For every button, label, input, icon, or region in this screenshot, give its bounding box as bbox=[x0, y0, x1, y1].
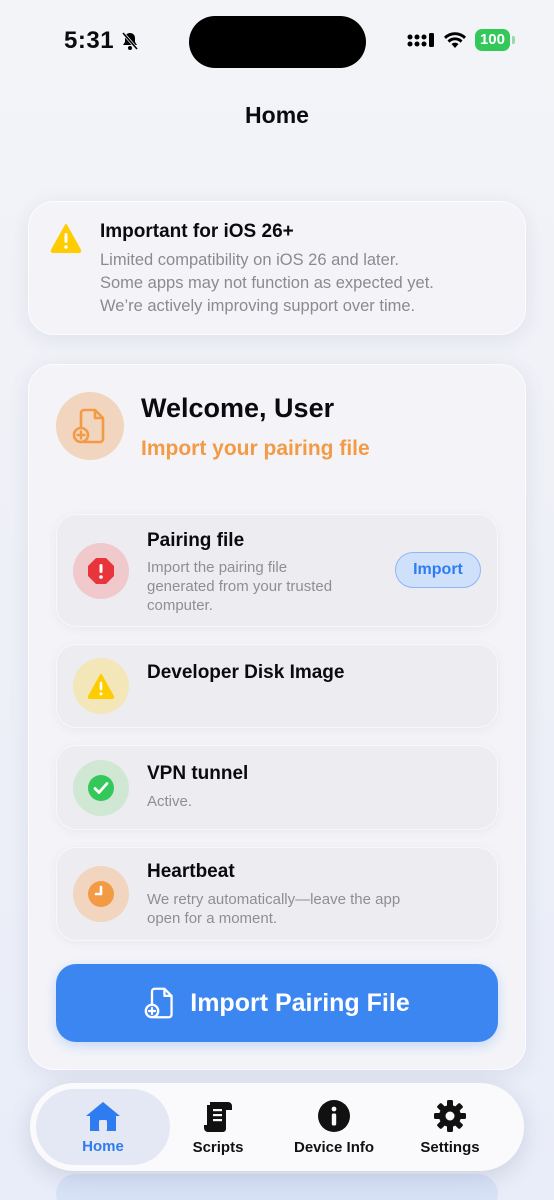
heartbeat-row: Heartbeat We retry automatically—leave t… bbox=[56, 847, 498, 941]
row-desc-line: open for a moment. bbox=[147, 910, 278, 927]
status-time: 5:31 bbox=[64, 27, 140, 55]
bell-slash-icon bbox=[121, 32, 139, 50]
pairing-file-row: Pairing file Import the pairing file gen… bbox=[56, 514, 498, 627]
page-title: Home bbox=[245, 102, 309, 128]
gear-icon bbox=[434, 1099, 466, 1132]
checkmark-circle-icon bbox=[88, 775, 114, 801]
clock-icon bbox=[88, 881, 114, 907]
row-desc-line: computer. bbox=[147, 597, 213, 614]
row-desc-line: Active. bbox=[147, 793, 193, 810]
warning-icon bbox=[87, 673, 115, 699]
status-ok-badge bbox=[73, 760, 129, 816]
tab-device-info[interactable]: Device Info bbox=[276, 1089, 392, 1165]
warning-icon bbox=[50, 224, 82, 253]
tab-label: Home bbox=[82, 1137, 124, 1155]
notice-title: Important for iOS 26+ bbox=[100, 221, 294, 242]
row-desc-line: We retry automatically—leave the app bbox=[147, 891, 401, 908]
row-title: Developer Disk Image bbox=[147, 662, 345, 683]
row-desc-line: generated from your trusted bbox=[147, 578, 333, 595]
import-pairing-file-button[interactable]: Import Pairing File bbox=[56, 964, 498, 1042]
wifi-icon bbox=[443, 32, 466, 48]
battery-indicator: 100 bbox=[474, 29, 516, 51]
status-error-badge bbox=[73, 543, 129, 599]
welcome-title: Welcome, User bbox=[141, 393, 335, 423]
info-icon bbox=[318, 1099, 350, 1132]
row-title: VPN tunnel bbox=[147, 763, 249, 784]
status-pending-badge bbox=[73, 866, 129, 922]
tab-bar: Home Scripts Device Info Settings bbox=[30, 1083, 524, 1171]
status-bar: 5:31 100 bbox=[0, 0, 554, 84]
welcome-subtitle: Import your pairing file bbox=[141, 437, 370, 460]
vpn-tunnel-row: VPN tunnel Active. bbox=[56, 745, 498, 830]
notice-body: Limited compatibility on iOS 26 and late… bbox=[100, 249, 500, 318]
error-octagon-icon bbox=[88, 558, 114, 584]
row-description: We retry automatically—leave the app ope… bbox=[147, 890, 400, 928]
tab-label: Device Info bbox=[293, 1138, 375, 1156]
notice-line: Some apps may not function as expected y… bbox=[100, 274, 434, 292]
house-icon bbox=[86, 1101, 120, 1131]
tab-settings[interactable]: Settings bbox=[392, 1089, 508, 1165]
dynamic-island bbox=[189, 16, 366, 68]
row-description: Active. bbox=[147, 792, 192, 811]
row-description: Import the pairing file generated from y… bbox=[147, 558, 332, 615]
tab-label: Scripts bbox=[192, 1138, 244, 1156]
clock-label: 5:31 bbox=[64, 27, 115, 54]
document-add-icon bbox=[144, 987, 173, 1019]
scrolled-content-peek bbox=[56, 1174, 498, 1200]
status-indicators: 100 bbox=[407, 29, 516, 51]
cellular-signal-icon bbox=[407, 33, 434, 47]
tab-label: Settings bbox=[420, 1138, 480, 1156]
import-button[interactable]: Import bbox=[395, 552, 481, 588]
battery-level: 100 bbox=[479, 31, 505, 48]
row-title: Heartbeat bbox=[147, 861, 235, 882]
row-title: Pairing file bbox=[147, 530, 245, 551]
notice-line: Limited compatibility on iOS 26 and late… bbox=[100, 251, 399, 269]
status-warning-badge bbox=[73, 658, 129, 714]
row-desc-line: Import the pairing file bbox=[147, 559, 288, 576]
tab-scripts[interactable]: Scripts bbox=[160, 1089, 276, 1165]
pairing-file-avatar bbox=[56, 392, 124, 460]
tab-home[interactable]: Home bbox=[36, 1089, 170, 1165]
notice-line: We’re actively improving support over ti… bbox=[100, 297, 416, 315]
scroll-icon bbox=[204, 1101, 232, 1132]
document-add-icon bbox=[72, 408, 105, 444]
developer-disk-image-row: Developer Disk Image bbox=[56, 644, 498, 728]
import-pairing-file-label: Import Pairing File bbox=[190, 988, 410, 1017]
